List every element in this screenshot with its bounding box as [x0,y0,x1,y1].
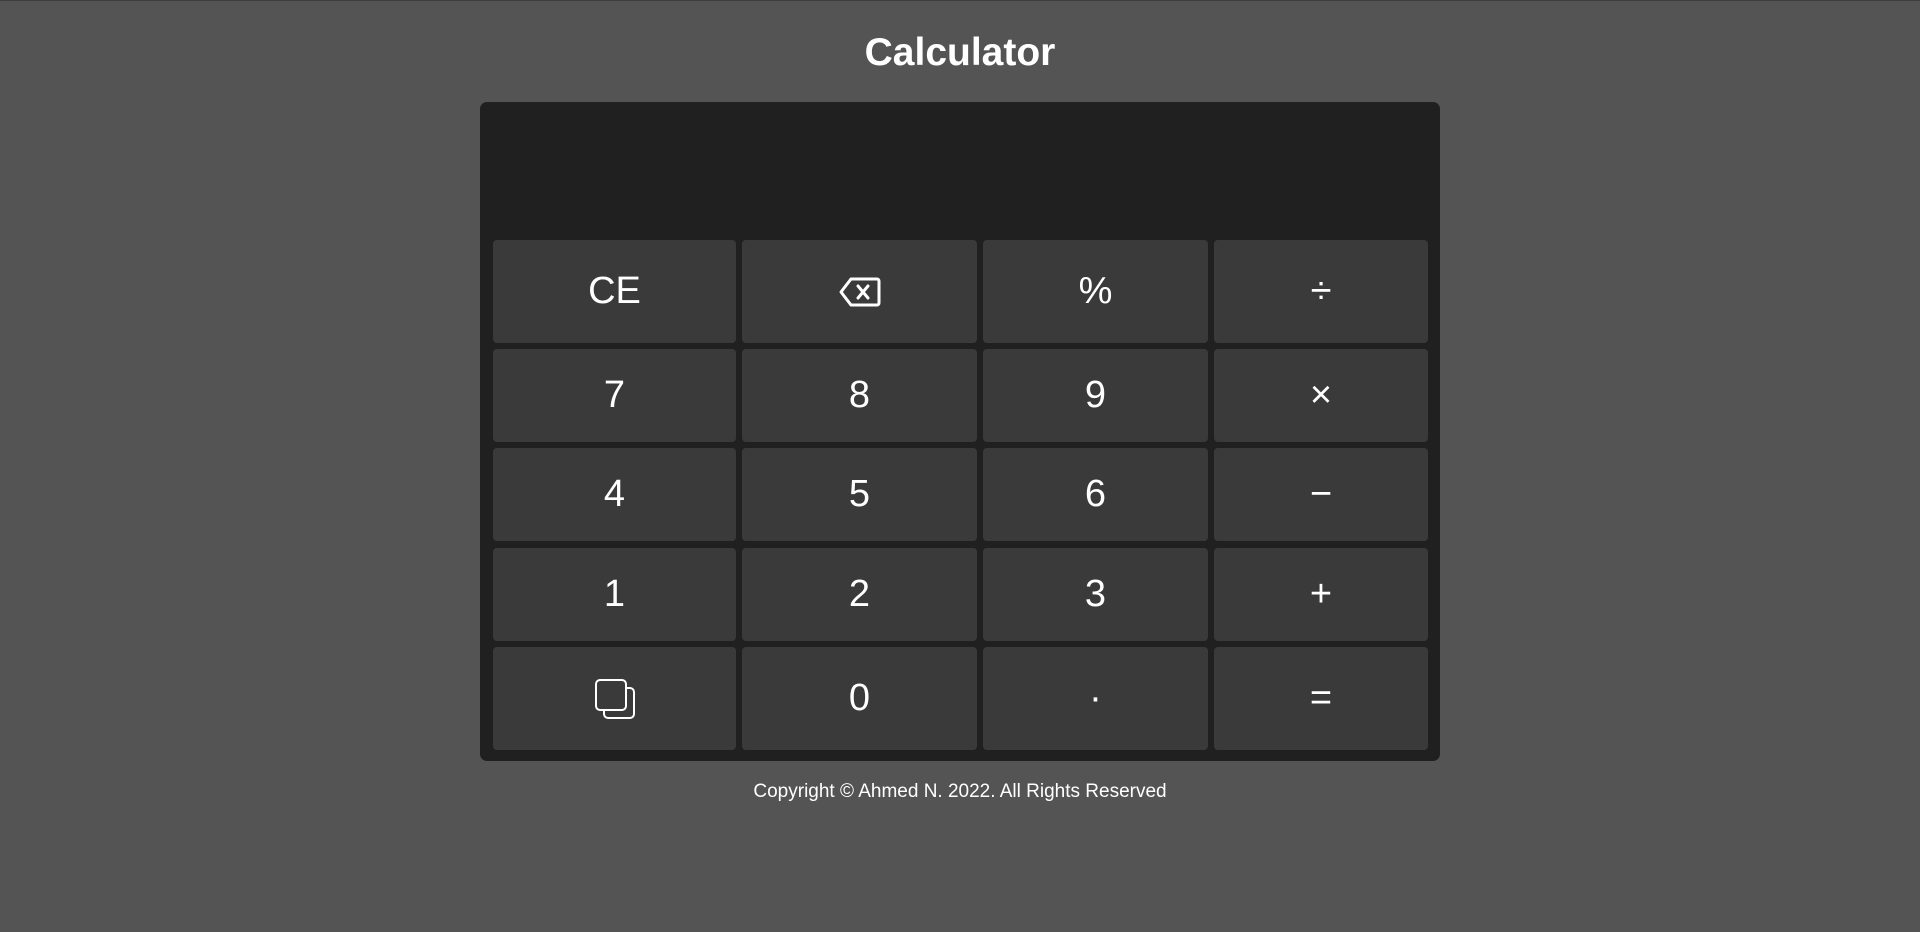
calculator-panel: CE % ÷ 7 8 9 × 4 5 6 − 1 2 3 + 0 · = [480,102,1440,761]
equals-button[interactable]: = [1214,647,1428,750]
digit-5-button[interactable]: 5 [742,448,977,541]
add-button[interactable]: + [1214,548,1428,641]
copyright-footer: Copyright © Ahmed N. 2022. All Rights Re… [753,781,1167,802]
backspace-icon [839,277,881,307]
digit-6-button[interactable]: 6 [983,448,1208,541]
digit-9-button[interactable]: 9 [983,349,1208,442]
digit-3-button[interactable]: 3 [983,548,1208,641]
digit-0-button[interactable]: 0 [742,647,977,750]
decimal-button[interactable]: · [983,647,1208,750]
divide-button[interactable]: ÷ [1214,240,1428,343]
copy-icon [593,677,637,721]
digit-4-button[interactable]: 4 [493,448,736,541]
backspace-button[interactable] [742,240,977,343]
clear-entry-button[interactable]: CE [493,240,736,343]
digit-8-button[interactable]: 8 [742,349,977,442]
page-title: Calculator [864,31,1056,74]
digit-1-button[interactable]: 1 [493,548,736,641]
digit-2-button[interactable]: 2 [742,548,977,641]
calculator-display [480,102,1440,238]
subtract-button[interactable]: − [1214,448,1428,541]
percent-button[interactable]: % [983,240,1208,343]
multiply-button[interactable]: × [1214,349,1428,442]
digit-7-button[interactable]: 7 [493,349,736,442]
copy-button[interactable] [493,647,736,750]
